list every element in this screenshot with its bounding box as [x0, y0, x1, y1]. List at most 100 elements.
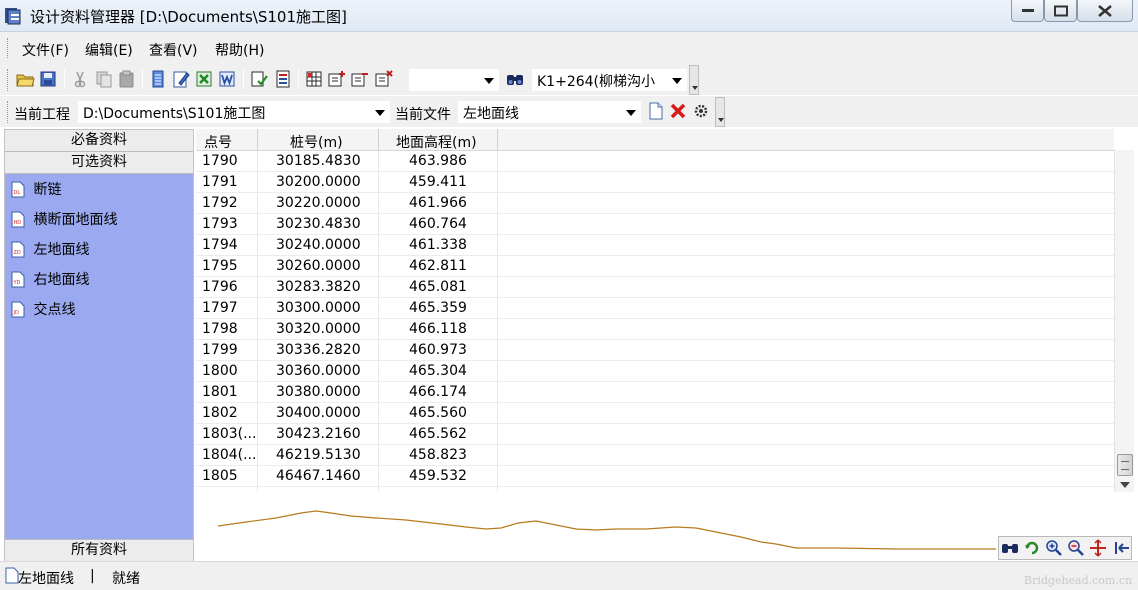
cell-point-number[interactable]: 1798	[202, 321, 238, 337]
cell-elevation[interactable]: 462.811	[409, 258, 467, 274]
cell-point-number[interactable]: 1796	[202, 279, 238, 295]
chevron-down-icon[interactable]	[375, 110, 385, 116]
cell-station[interactable]: 30260.0000	[276, 258, 361, 274]
table-row[interactable]: 1805 46467.1460 459.532	[196, 466, 1114, 487]
ground-profile-view[interactable]	[196, 492, 1136, 560]
cell-point-number[interactable]: 1790	[202, 153, 238, 169]
column-divider[interactable]	[497, 129, 498, 151]
cell-point-number[interactable]: 1802	[202, 405, 238, 421]
cell-station[interactable]: 30200.0000	[276, 174, 361, 190]
cell-elevation[interactable]: 461.966	[409, 195, 467, 211]
column-divider[interactable]	[378, 129, 379, 151]
cell-point-number[interactable]: 1800	[202, 363, 238, 379]
close-button[interactable]	[1077, 0, 1133, 22]
table-row[interactable]: 1799 30336.2820 460.973	[196, 340, 1114, 361]
cut-button[interactable]	[70, 69, 90, 89]
menu-view[interactable]: 查看(V)	[149, 40, 198, 60]
table-row[interactable]: 1795 30260.0000 462.811	[196, 256, 1114, 277]
chevron-down-icon[interactable]	[672, 78, 682, 84]
table-row[interactable]: 1796 30283.3820 465.081	[196, 277, 1114, 298]
save-button[interactable]	[38, 69, 58, 89]
cell-elevation[interactable]: 465.562	[409, 426, 467, 442]
export-excel-button[interactable]	[194, 69, 214, 89]
all-data-tab[interactable]: 所有资料	[5, 539, 193, 561]
check-button[interactable]	[249, 69, 269, 89]
menu-edit[interactable]: 编辑(E)	[85, 40, 133, 60]
table-row[interactable]: 1803(... 30423.2160 465.562	[196, 424, 1114, 445]
list-item-cross-section[interactable]: HD 横断面地面线	[11, 209, 117, 229]
document-list-button[interactable]	[148, 69, 168, 89]
cell-elevation[interactable]: 465.304	[409, 363, 467, 379]
minimize-button[interactable]	[1011, 0, 1044, 22]
table-row[interactable]: 1797 30300.0000 465.359	[196, 298, 1114, 319]
table-row[interactable]: 1794 30240.0000 461.338	[196, 235, 1114, 256]
cell-station[interactable]: 30220.0000	[276, 195, 361, 211]
settings-button[interactable]	[691, 101, 711, 121]
cell-elevation[interactable]: 461.338	[409, 237, 467, 253]
file-combo[interactable]: 左地面线	[458, 101, 641, 123]
cell-elevation[interactable]: 465.081	[409, 279, 467, 295]
project-combo[interactable]: D:\Documents\S101施工图	[78, 101, 390, 123]
table-row[interactable]: 1804(... 46219.5130 458.823	[196, 445, 1114, 466]
cell-point-number[interactable]: 1791	[202, 174, 238, 190]
column-header-point[interactable]: 点号	[204, 132, 232, 152]
open-folder-button[interactable]	[15, 69, 35, 89]
list-item-right-ground[interactable]: YD 右地面线	[11, 269, 89, 289]
cell-station[interactable]: 30360.0000	[276, 363, 361, 379]
cell-point-number[interactable]: 1804(...	[202, 447, 256, 463]
table-row[interactable]: 1790 30185.4830 463.986	[196, 151, 1114, 172]
optional-data-tab[interactable]: 可选资料	[5, 152, 193, 174]
column-header-elevation[interactable]: 地面高程(m)	[396, 132, 477, 152]
delete-file-button[interactable]	[668, 101, 688, 121]
cell-elevation[interactable]: 465.560	[409, 405, 467, 421]
toolbar-options-button[interactable]	[689, 65, 699, 95]
menubar-grip[interactable]	[7, 38, 10, 58]
table-row[interactable]: 1791 30200.0000 459.411	[196, 172, 1114, 193]
cell-point-number[interactable]: 1803(...	[202, 426, 256, 442]
toolbar-grip[interactable]	[7, 69, 10, 91]
cell-elevation[interactable]: 463.986	[409, 153, 467, 169]
maximize-button[interactable]	[1044, 0, 1077, 22]
scroll-down-icon[interactable]	[1120, 482, 1130, 488]
cell-station[interactable]: 30185.4830	[276, 153, 361, 169]
column-divider[interactable]	[257, 129, 258, 151]
grid-button[interactable]	[304, 69, 324, 89]
toolbar-options-button[interactable]	[715, 97, 725, 127]
cell-elevation[interactable]: 460.973	[409, 342, 467, 358]
cell-station[interactable]: 30400.0000	[276, 405, 361, 421]
cell-station[interactable]: 30336.2820	[276, 342, 361, 358]
zoom-in-icon[interactable]	[1045, 539, 1063, 557]
cell-elevation[interactable]: 460.764	[409, 216, 467, 232]
chevron-down-icon[interactable]	[484, 78, 494, 84]
binoculars-icon[interactable]	[1001, 539, 1019, 557]
required-data-tab[interactable]: 必备资料	[5, 130, 193, 152]
scrollbar-thumb[interactable]	[1117, 454, 1133, 476]
table-row[interactable]: 1792 30220.0000 461.966	[196, 193, 1114, 214]
cell-station[interactable]: 30240.0000	[276, 237, 361, 253]
table-row[interactable]: 1800 30360.0000 465.304	[196, 361, 1114, 382]
add-row-button[interactable]	[327, 69, 347, 89]
report-button[interactable]	[273, 69, 293, 89]
cell-elevation[interactable]: 466.118	[409, 321, 467, 337]
cell-station[interactable]: 30423.2160	[276, 426, 361, 442]
cell-point-number[interactable]: 1797	[202, 300, 238, 316]
cell-station[interactable]: 30380.0000	[276, 384, 361, 400]
export-word-button[interactable]	[217, 69, 237, 89]
cell-point-number[interactable]: 1794	[202, 237, 238, 253]
list-item-intersection[interactable]: JD 交点线	[11, 299, 75, 319]
pan-icon[interactable]	[1089, 539, 1107, 557]
menu-help[interactable]: 帮助(H)	[215, 40, 264, 60]
cell-station[interactable]: 46467.1460	[276, 468, 361, 484]
cell-elevation[interactable]: 458.823	[409, 447, 467, 463]
table-row[interactable]: 1801 30380.0000 466.174	[196, 382, 1114, 403]
cell-station[interactable]: 46219.5130	[276, 447, 361, 463]
cell-point-number[interactable]: 1793	[202, 216, 238, 232]
cell-station[interactable]: 30320.0000	[276, 321, 361, 337]
cell-station[interactable]: 30283.3820	[276, 279, 361, 295]
blank-combo[interactable]	[409, 69, 499, 91]
table-row[interactable]: 1798 30320.0000 466.118	[196, 319, 1114, 340]
delete-row-button[interactable]	[350, 69, 370, 89]
chevron-down-icon[interactable]	[626, 110, 636, 116]
new-file-button[interactable]	[646, 101, 666, 121]
cell-station[interactable]: 30230.4830	[276, 216, 361, 232]
